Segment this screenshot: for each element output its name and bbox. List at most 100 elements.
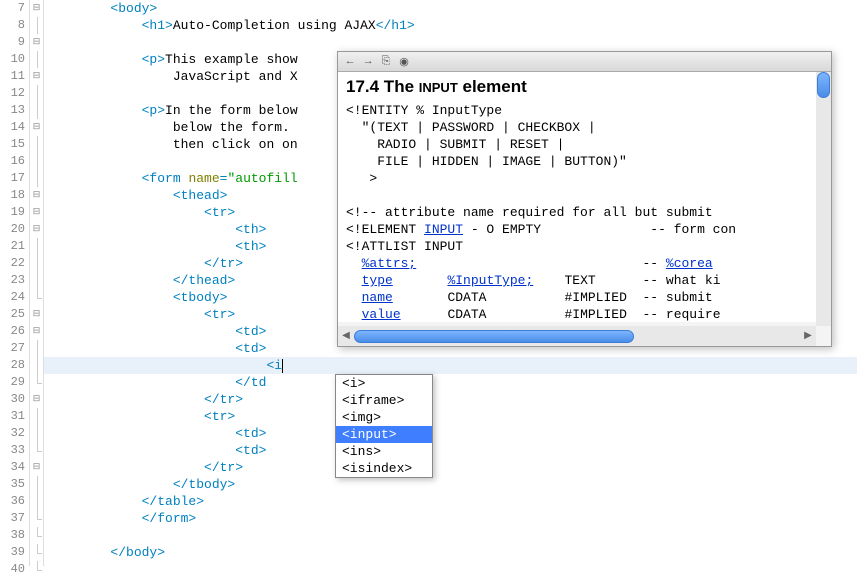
autocomplete-item[interactable]: <i> — [336, 375, 432, 392]
autocomplete-item[interactable]: <iframe> — [336, 392, 432, 409]
line-number: 14 — [0, 119, 29, 136]
documentation-popup: ← → ⎘ ◉ 17.4 The INPUT element <!ENTITY … — [337, 51, 832, 347]
fold-marker[interactable] — [30, 323, 43, 340]
fold-marker — [30, 289, 43, 306]
line-number: 21 — [0, 238, 29, 255]
fold-marker — [30, 102, 43, 119]
fold-marker[interactable] — [30, 459, 43, 476]
fold-marker[interactable] — [30, 391, 43, 408]
autocomplete-item[interactable]: <img> — [336, 409, 432, 426]
doc-toolbar: ← → ⎘ ◉ — [338, 52, 831, 72]
line-number: 38 — [0, 527, 29, 544]
line-number: 30 — [0, 391, 29, 408]
scroll-right-icon[interactable]: ▶ — [800, 330, 816, 342]
fold-marker — [30, 272, 43, 289]
code-line[interactable]: <tr> — [44, 408, 857, 425]
line-number: 19 — [0, 204, 29, 221]
fold-marker[interactable] — [30, 68, 43, 85]
fold-marker[interactable] — [30, 204, 43, 221]
code-line[interactable]: </body> — [44, 544, 857, 561]
fold-marker[interactable] — [30, 34, 43, 51]
code-line[interactable]: <body> — [44, 0, 857, 17]
line-number: 26 — [0, 323, 29, 340]
line-number: 35 — [0, 476, 29, 493]
line-number: 24 — [0, 289, 29, 306]
line-number: 33 — [0, 442, 29, 459]
line-number: 15 — [0, 136, 29, 153]
external-window-icon[interactable]: ⎘ — [378, 54, 394, 70]
fold-marker[interactable] — [30, 221, 43, 238]
autocomplete-popup[interactable]: <i><iframe><img><input><ins><isindex> — [335, 374, 433, 478]
line-number: 28 — [0, 357, 29, 374]
fold-marker — [30, 408, 43, 425]
fold-marker — [30, 17, 43, 34]
line-number: 13 — [0, 102, 29, 119]
fold-marker[interactable] — [30, 187, 43, 204]
doc-horizontal-scrollbar[interactable]: ◀ ▶ — [338, 326, 816, 346]
fold-marker — [30, 357, 43, 374]
line-number: 32 — [0, 425, 29, 442]
line-number: 9 — [0, 34, 29, 51]
code-line[interactable]: <td> — [44, 425, 857, 442]
doc-element-suffix: - O EMPTY -- form con — [463, 222, 736, 237]
fold-marker — [30, 561, 43, 578]
line-number: 31 — [0, 408, 29, 425]
code-line[interactable]: </form> — [44, 510, 857, 527]
code-line[interactable]: <h1>Auto-Completion using AJAX</h1> — [44, 17, 857, 34]
autocomplete-item[interactable]: <input> — [336, 426, 432, 443]
fold-column[interactable] — [30, 0, 44, 566]
line-number: 40 — [0, 561, 29, 578]
fold-marker[interactable] — [30, 0, 43, 17]
doc-attr-type-link[interactable]: %InputType; — [447, 273, 533, 288]
line-number: 10 — [0, 51, 29, 68]
doc-attr-comment-link[interactable]: %corea — [666, 256, 713, 271]
code-line[interactable]: </tbody> — [44, 476, 857, 493]
doc-attlist-line: <!ATTLIST INPUT — [346, 238, 823, 255]
line-number: 27 — [0, 340, 29, 357]
autocomplete-item[interactable]: <ins> — [336, 443, 432, 460]
autocomplete-item[interactable]: <isindex> — [336, 460, 432, 477]
line-number: 37 — [0, 510, 29, 527]
line-number: 34 — [0, 459, 29, 476]
doc-element-prefix: <!ELEMENT — [346, 222, 424, 237]
fold-marker — [30, 544, 43, 561]
fold-marker — [30, 527, 43, 544]
doc-vertical-scrollbar[interactable] — [816, 72, 831, 326]
line-number: 7 — [0, 0, 29, 17]
code-line[interactable]: </td — [44, 374, 857, 391]
fold-marker[interactable] — [30, 119, 43, 136]
fold-marker — [30, 510, 43, 527]
code-line[interactable]: </tr> — [44, 459, 857, 476]
fold-marker — [30, 374, 43, 391]
target-icon[interactable]: ◉ — [396, 54, 412, 70]
fold-marker — [30, 476, 43, 493]
scroll-left-icon[interactable]: ◀ — [338, 330, 354, 342]
fold-marker[interactable] — [30, 306, 43, 323]
fold-marker — [30, 255, 43, 272]
code-line[interactable] — [44, 561, 857, 578]
code-line[interactable]: </tr> — [44, 391, 857, 408]
forward-icon[interactable]: → — [360, 54, 376, 70]
doc-vscroll-thumb[interactable] — [817, 72, 830, 98]
doc-title-suffix: element — [458, 77, 527, 96]
code-line[interactable] — [44, 527, 857, 544]
doc-title: 17.4 The INPUT element — [346, 78, 823, 96]
doc-input-link[interactable]: INPUT — [424, 222, 463, 237]
doc-hscroll-track[interactable] — [354, 329, 800, 344]
doc-hscroll-thumb[interactable] — [354, 330, 634, 343]
line-number: 20 — [0, 221, 29, 238]
doc-attr-name-link[interactable]: name — [362, 290, 393, 305]
doc-attr-name-link[interactable]: value — [362, 307, 401, 322]
code-line[interactable]: <i — [44, 357, 857, 374]
doc-content[interactable]: 17.4 The INPUT element <!ENTITY % InputT… — [338, 72, 831, 322]
code-line[interactable]: </table> — [44, 493, 857, 510]
code-line[interactable] — [44, 34, 857, 51]
fold-marker — [30, 153, 43, 170]
back-icon[interactable]: ← — [342, 54, 358, 70]
doc-attr-name-link[interactable]: %attrs; — [362, 256, 417, 271]
doc-attr-name-link[interactable]: type — [362, 273, 393, 288]
code-line[interactable]: <td> — [44, 442, 857, 459]
line-number: 17 — [0, 170, 29, 187]
line-number: 18 — [0, 187, 29, 204]
line-number: 29 — [0, 374, 29, 391]
